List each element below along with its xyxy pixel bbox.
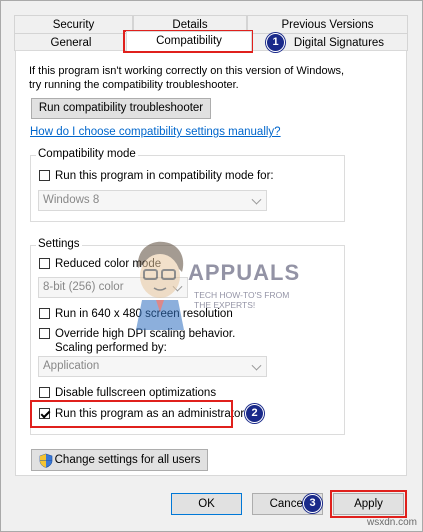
dpi-override-row[interactable]: Override high DPI scaling behavior. Scal… <box>39 327 235 355</box>
chevron-down-icon <box>251 194 262 205</box>
tab-previous-versions-label: Previous Versions <box>281 19 374 31</box>
dpi-override-label-line-2: Scaling performed by: <box>55 342 167 354</box>
dpi-override-label: Override high DPI scaling behavior. Scal… <box>55 327 235 355</box>
watermark-tagline: TECH HOW-TO'S FROM THE EXPERTS! <box>194 290 289 310</box>
tab-compatibility-label: Compatibility <box>156 35 222 47</box>
tab-general[interactable]: General <box>14 33 128 51</box>
compat-mode-checkbox-row[interactable]: Run this program in compatibility mode f… <box>39 169 274 183</box>
tab-compatibility[interactable]: Compatibility <box>126 31 252 51</box>
appuals-mascot-icon <box>136 241 184 330</box>
chevron-down-icon <box>251 360 262 371</box>
appuals-watermark: APPUALS TECH HOW-TO'S FROM THE EXPERTS! <box>128 238 318 330</box>
run-as-admin-row[interactable]: Run this program as an administrator <box>39 407 244 421</box>
dpi-scaling-select[interactable]: Application <box>38 356 267 377</box>
tab-security-label: Security <box>52 19 95 31</box>
disable-fullscreen-label: Disable fullscreen optimizations <box>55 387 217 399</box>
help-link[interactable]: How do I choose compatibility settings m… <box>30 126 281 138</box>
shield-icon <box>39 453 53 468</box>
site-watermark: wsxdn.com <box>366 517 417 528</box>
watermark-brand: APPUALS <box>188 260 301 285</box>
disable-fullscreen-checkbox[interactable] <box>39 387 50 398</box>
color-depth-value: 8-bit (256) color <box>43 281 124 293</box>
run-troubleshooter-label: Run compatibility troubleshooter <box>38 102 204 114</box>
step-badge-2: 2 <box>245 404 264 423</box>
step-badge-1: 1 <box>266 33 285 52</box>
tab-digital-signatures-label: Digital Signatures <box>293 37 385 49</box>
run-troubleshooter-button[interactable]: Run compatibility troubleshooter <box>31 98 211 119</box>
tab-security[interactable]: Security <box>14 15 133 33</box>
settings-legend: Settings <box>36 238 82 250</box>
step-badge-3: 3 <box>303 494 322 513</box>
change-all-users-label: Change settings for all users <box>54 454 201 466</box>
tab-details-label: Details <box>172 19 208 31</box>
ok-label: OK <box>198 498 215 510</box>
compat-mode-checkbox-label: Run this program in compatibility mode f… <box>55 170 274 182</box>
dpi-override-checkbox[interactable] <box>39 328 50 339</box>
reduced-color-checkbox[interactable] <box>39 258 50 269</box>
watermark-tag-line-2: THE EXPERTS! <box>194 300 256 310</box>
apply-label: Apply <box>354 498 383 510</box>
dpi-scaling-value: Application <box>43 360 100 372</box>
tab-general-label: General <box>50 37 92 49</box>
res-640-checkbox[interactable] <box>39 308 50 319</box>
compat-os-value: Windows 8 <box>43 194 100 206</box>
watermark-tag-line-1: TECH HOW-TO'S FROM <box>194 290 290 300</box>
cancel-label: Cancel <box>269 498 306 510</box>
compat-mode-legend: Compatibility mode <box>36 148 138 160</box>
intro-text: If this program isn't working correctly … <box>29 64 344 92</box>
compat-mode-group <box>30 155 345 222</box>
intro-line-1: If this program isn't working correctly … <box>29 65 345 77</box>
run-as-admin-label: Run this program as an administrator <box>55 408 245 420</box>
run-as-admin-checkbox[interactable] <box>39 408 50 419</box>
disable-fullscreen-row[interactable]: Disable fullscreen optimizations <box>39 386 216 400</box>
tab-previous-versions[interactable]: Previous Versions <box>247 15 408 33</box>
change-all-users-button[interactable]: Change settings for all users <box>31 449 208 471</box>
apply-button[interactable]: Apply <box>333 493 404 515</box>
ok-button[interactable]: OK <box>171 493 242 515</box>
intro-line-2: try running the compatibility troublesho… <box>29 79 239 91</box>
compat-mode-checkbox[interactable] <box>39 170 50 181</box>
compat-os-select[interactable]: Windows 8 <box>38 190 267 211</box>
